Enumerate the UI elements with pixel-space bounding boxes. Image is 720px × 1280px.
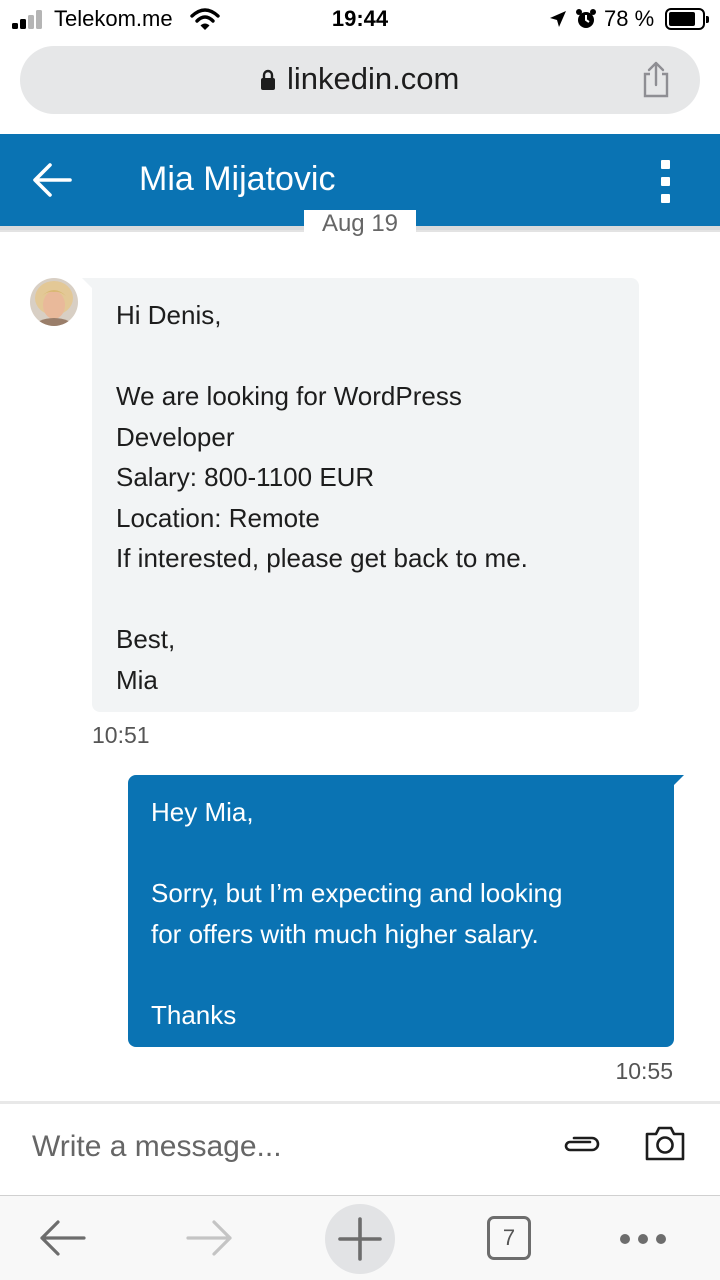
browser-toolbar: 7 bbox=[0, 1195, 720, 1280]
message-composer bbox=[0, 1101, 720, 1195]
battery-icon bbox=[665, 8, 709, 30]
browser-back-icon[interactable] bbox=[38, 1218, 86, 1258]
tabs-icon[interactable]: 7 bbox=[487, 1216, 531, 1260]
incoming-message: Hi Denis, We are looking for WordPress D… bbox=[82, 278, 639, 712]
battery-percentage: 78 % bbox=[604, 6, 655, 31]
alarm-icon bbox=[576, 9, 596, 28]
more-vertical-icon[interactable] bbox=[661, 160, 671, 204]
lock-icon bbox=[261, 69, 275, 90]
plus-icon bbox=[338, 1217, 382, 1261]
new-tab-button[interactable] bbox=[325, 1204, 395, 1274]
message-input[interactable] bbox=[32, 1122, 532, 1172]
address-bar[interactable]: linkedin.com bbox=[20, 46, 700, 114]
message-timestamp: 10:51 bbox=[92, 722, 150, 748]
avatar[interactable] bbox=[30, 278, 78, 326]
message-timestamp: 10:55 bbox=[615, 1058, 673, 1084]
status-bar: Telekom.me 19:44 78 % bbox=[0, 0, 720, 40]
back-arrow-icon[interactable] bbox=[32, 162, 72, 198]
browser-forward-icon[interactable] bbox=[186, 1218, 234, 1258]
address-domain: linkedin.com bbox=[287, 61, 460, 96]
camera-icon[interactable] bbox=[644, 1124, 686, 1162]
more-horizontal-icon[interactable] bbox=[620, 1231, 674, 1249]
outgoing-message: Hey Mia, Sorry, but I’m expecting and lo… bbox=[128, 775, 684, 1047]
location-arrow-icon bbox=[550, 11, 566, 27]
share-icon[interactable] bbox=[640, 60, 672, 100]
contact-name: Mia Mijatovic bbox=[139, 160, 336, 198]
paperclip-icon[interactable] bbox=[560, 1130, 604, 1158]
date-label: Aug 19 bbox=[304, 210, 416, 236]
